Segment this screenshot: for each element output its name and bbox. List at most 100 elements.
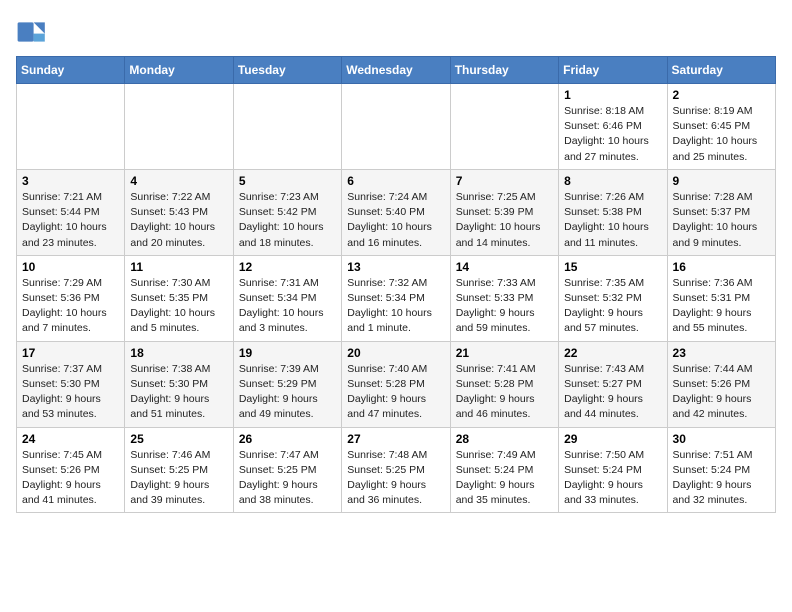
day-number: 17 [22,346,119,360]
calendar-cell: 16 Sunrise: 7:36 AM Sunset: 5:31 PM Dayli… [667,255,775,341]
day-info: Sunrise: 7:26 AM Sunset: 5:38 PM Dayligh… [564,190,661,251]
calendar-cell: 28 Sunrise: 7:49 AM Sunset: 5:24 PM Dayli… [450,427,558,513]
calendar-cell: 18Sunrise: 7:38 AM Sunset: 5:30 PM Dayli… [125,341,233,427]
day-info: Sunrise: 7:51 AM Sunset: 5:24 PM Dayligh… [673,448,770,509]
day-number: 1 [564,88,661,102]
weekday-header-friday: Friday [559,57,667,84]
calendar-week-2: 3Sunrise: 7:21 AM Sunset: 5:44 PM Daylig… [17,169,776,255]
calendar-week-1: 1 Sunrise: 8:18 AM Sunset: 6:46 PM Daylig… [17,84,776,170]
calendar-cell: 8Sunrise: 7:26 AM Sunset: 5:38 PM Daylig… [559,169,667,255]
day-number: 29 [564,432,661,446]
calendar-cell: 27 Sunrise: 7:48 AM Sunset: 5:25 PM Dayli… [342,427,450,513]
day-number: 16 [673,260,770,274]
day-number: 13 [347,260,444,274]
day-info: Sunrise: 7:44 AM Sunset: 5:26 PM Dayligh… [673,362,770,423]
weekday-header-thursday: Thursday [450,57,558,84]
calendar-cell [450,84,558,170]
day-info: Sunrise: 7:45 AM Sunset: 5:26 PM Dayligh… [22,448,119,509]
calendar-cell: 12 Sunrise: 7:31 AM Sunset: 5:34 PM Dayli… [233,255,341,341]
day-number: 6 [347,174,444,188]
calendar-cell: 4Sunrise: 7:22 AM Sunset: 5:43 PM Daylig… [125,169,233,255]
day-info: Sunrise: 7:28 AM Sunset: 5:37 PM Dayligh… [673,190,770,251]
calendar-cell: 29Sunrise: 7:50 AM Sunset: 5:24 PM Dayli… [559,427,667,513]
day-number: 28 [456,432,553,446]
day-number: 12 [239,260,336,274]
day-info: Sunrise: 7:32 AM Sunset: 5:34 PM Dayligh… [347,276,444,337]
day-number: 2 [673,88,770,102]
day-info: Sunrise: 7:23 AM Sunset: 5:42 PM Dayligh… [239,190,336,251]
logo-icon [16,16,48,48]
day-info: Sunrise: 7:38 AM Sunset: 5:30 PM Dayligh… [130,362,227,423]
day-number: 15 [564,260,661,274]
day-info: Sunrise: 7:49 AM Sunset: 5:24 PM Dayligh… [456,448,553,509]
calendar-cell: 10Sunrise: 7:29 AM Sunset: 5:36 PM Dayli… [17,255,125,341]
calendar-cell: 13 Sunrise: 7:32 AM Sunset: 5:34 PM Dayli… [342,255,450,341]
day-info: Sunrise: 8:19 AM Sunset: 6:45 PM Dayligh… [673,104,770,165]
calendar-cell: 20 Sunrise: 7:40 AM Sunset: 5:28 PM Dayli… [342,341,450,427]
calendar-week-3: 10Sunrise: 7:29 AM Sunset: 5:36 PM Dayli… [17,255,776,341]
calendar-cell: 23 Sunrise: 7:44 AM Sunset: 5:26 PM Dayli… [667,341,775,427]
day-number: 20 [347,346,444,360]
day-info: Sunrise: 7:33 AM Sunset: 5:33 PM Dayligh… [456,276,553,337]
calendar-week-4: 17 Sunrise: 7:37 AM Sunset: 5:30 PM Dayli… [17,341,776,427]
calendar-cell: 9 Sunrise: 7:28 AM Sunset: 5:37 PM Daylig… [667,169,775,255]
calendar-cell: 26Sunrise: 7:47 AM Sunset: 5:25 PM Dayli… [233,427,341,513]
calendar-cell: 24 Sunrise: 7:45 AM Sunset: 5:26 PM Dayli… [17,427,125,513]
day-info: Sunrise: 8:18 AM Sunset: 6:46 PM Dayligh… [564,104,661,165]
logo [16,16,52,48]
day-number: 4 [130,174,227,188]
calendar-cell: 14 Sunrise: 7:33 AM Sunset: 5:33 PM Dayli… [450,255,558,341]
calendar-cell: 22 Sunrise: 7:43 AM Sunset: 5:27 PM Dayli… [559,341,667,427]
weekday-header-sunday: Sunday [17,57,125,84]
calendar-cell [125,84,233,170]
day-info: Sunrise: 7:31 AM Sunset: 5:34 PM Dayligh… [239,276,336,337]
calendar-cell: 3Sunrise: 7:21 AM Sunset: 5:44 PM Daylig… [17,169,125,255]
calendar-cell: 21 Sunrise: 7:41 AM Sunset: 5:28 PM Dayli… [450,341,558,427]
day-number: 9 [673,174,770,188]
day-number: 24 [22,432,119,446]
calendar-cell: 15 Sunrise: 7:35 AM Sunset: 5:32 PM Dayli… [559,255,667,341]
day-info: Sunrise: 7:40 AM Sunset: 5:28 PM Dayligh… [347,362,444,423]
calendar-table: SundayMondayTuesdayWednesdayThursdayFrid… [16,56,776,513]
day-info: Sunrise: 7:24 AM Sunset: 5:40 PM Dayligh… [347,190,444,251]
day-number: 21 [456,346,553,360]
calendar-cell: 30Sunrise: 7:51 AM Sunset: 5:24 PM Dayli… [667,427,775,513]
calendar-cell: 6 Sunrise: 7:24 AM Sunset: 5:40 PM Daylig… [342,169,450,255]
calendar-cell: 2 Sunrise: 8:19 AM Sunset: 6:45 PM Daylig… [667,84,775,170]
day-info: Sunrise: 7:36 AM Sunset: 5:31 PM Dayligh… [673,276,770,337]
day-number: 22 [564,346,661,360]
day-info: Sunrise: 7:37 AM Sunset: 5:30 PM Dayligh… [22,362,119,423]
calendar-cell: 17 Sunrise: 7:37 AM Sunset: 5:30 PM Dayli… [17,341,125,427]
weekday-header-tuesday: Tuesday [233,57,341,84]
day-info: Sunrise: 7:21 AM Sunset: 5:44 PM Dayligh… [22,190,119,251]
day-number: 14 [456,260,553,274]
day-info: Sunrise: 7:43 AM Sunset: 5:27 PM Dayligh… [564,362,661,423]
day-number: 5 [239,174,336,188]
calendar-cell: 25 Sunrise: 7:46 AM Sunset: 5:25 PM Dayli… [125,427,233,513]
day-info: Sunrise: 7:39 AM Sunset: 5:29 PM Dayligh… [239,362,336,423]
day-number: 25 [130,432,227,446]
calendar-cell [233,84,341,170]
day-number: 11 [130,260,227,274]
day-number: 19 [239,346,336,360]
day-number: 27 [347,432,444,446]
calendar-cell: 11 Sunrise: 7:30 AM Sunset: 5:35 PM Dayli… [125,255,233,341]
day-info: Sunrise: 7:29 AM Sunset: 5:36 PM Dayligh… [22,276,119,337]
page-header [16,16,776,48]
day-info: Sunrise: 7:46 AM Sunset: 5:25 PM Dayligh… [130,448,227,509]
day-number: 7 [456,174,553,188]
day-number: 23 [673,346,770,360]
weekday-header-monday: Monday [125,57,233,84]
day-info: Sunrise: 7:30 AM Sunset: 5:35 PM Dayligh… [130,276,227,337]
calendar-cell [17,84,125,170]
calendar-header-row: SundayMondayTuesdayWednesdayThursdayFrid… [17,57,776,84]
day-number: 26 [239,432,336,446]
day-info: Sunrise: 7:48 AM Sunset: 5:25 PM Dayligh… [347,448,444,509]
weekday-header-wednesday: Wednesday [342,57,450,84]
weekday-header-saturday: Saturday [667,57,775,84]
calendar-cell: 5 Sunrise: 7:23 AM Sunset: 5:42 PM Daylig… [233,169,341,255]
calendar-cell: 7Sunrise: 7:25 AM Sunset: 5:39 PM Daylig… [450,169,558,255]
day-info: Sunrise: 7:41 AM Sunset: 5:28 PM Dayligh… [456,362,553,423]
calendar-cell: 19 Sunrise: 7:39 AM Sunset: 5:29 PM Dayli… [233,341,341,427]
day-info: Sunrise: 7:35 AM Sunset: 5:32 PM Dayligh… [564,276,661,337]
